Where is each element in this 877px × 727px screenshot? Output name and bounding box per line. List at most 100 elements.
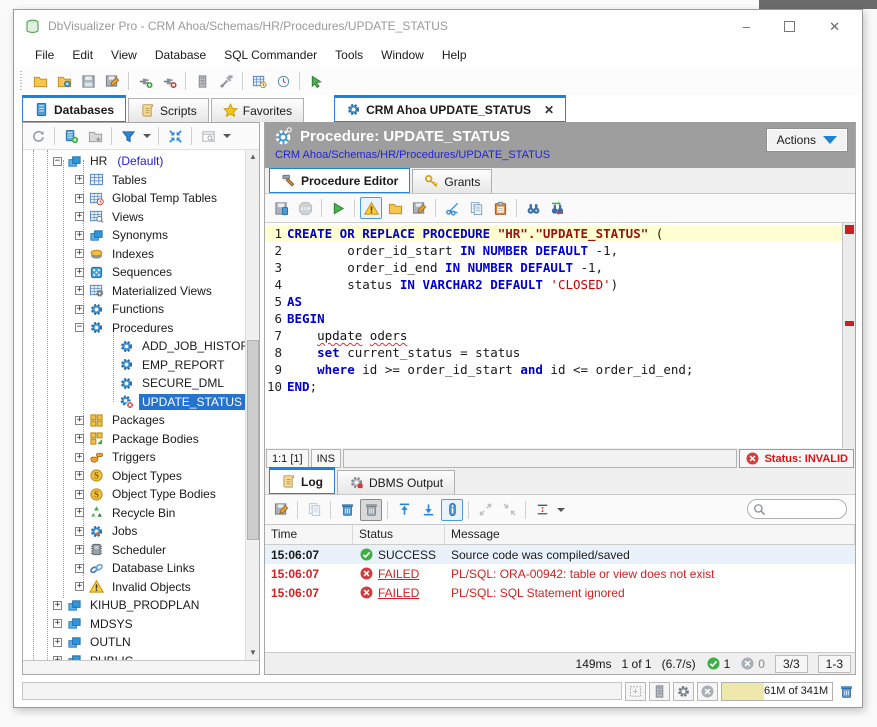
info-button[interactable]	[441, 499, 463, 521]
expand-icon[interactable]: +	[75, 434, 84, 443]
column-header-message[interactable]: Message	[445, 525, 855, 544]
log-row[interactable]: 15:06:07FAILEDPL/SQL: ORA-00942: table o…	[265, 564, 855, 583]
scroll-down-icon[interactable]: ▼	[246, 646, 259, 660]
tree-item-invalid-objects[interactable]: Invalid Objects	[109, 579, 194, 595]
tree-item-scheduler[interactable]: Scheduler	[109, 542, 169, 558]
tab-log[interactable]: Log	[269, 467, 335, 494]
tree-item-update-status[interactable]: UPDATE_STATUS	[139, 394, 245, 410]
tree-row[interactable]: + Indexes	[23, 245, 245, 264]
tab-databases[interactable]: Databases	[22, 95, 126, 122]
expand-icon[interactable]: +	[75, 194, 84, 203]
menu-file[interactable]: File	[26, 45, 63, 65]
tree-row[interactable]: EMP_REPORT	[23, 356, 245, 375]
tree-row[interactable]: +PUBLIC	[23, 652, 245, 661]
menu-window[interactable]: Window	[372, 45, 433, 65]
tree-row[interactable]: ADD_JOB_HISTORY	[23, 337, 245, 356]
tree-row[interactable]: + Views	[23, 208, 245, 227]
folder-open-button[interactable]	[384, 197, 406, 219]
server-button[interactable]	[191, 70, 213, 92]
menu-edit[interactable]: Edit	[63, 45, 102, 65]
expand-icon[interactable]: +	[75, 471, 84, 480]
binoculars-button[interactable]	[522, 197, 544, 219]
tree-item-database-links[interactable]: Database Links	[109, 560, 198, 576]
code-line[interactable]: 7 update oders	[265, 327, 842, 344]
tree-item-views[interactable]: Views	[109, 209, 147, 225]
tree-row[interactable]: +Synonyms	[23, 226, 245, 245]
to-top-button[interactable]	[393, 499, 415, 521]
code-line[interactable]: 1CREATE OR REPLACE PROCEDURE "HR"."UPDAT…	[265, 225, 842, 242]
tree-row[interactable]: +Package Bodies	[23, 430, 245, 449]
memory-gauge[interactable]: 61M of 341M	[721, 682, 833, 701]
tree-row[interactable]: +Sequences	[23, 263, 245, 282]
plug-plus-button[interactable]	[134, 70, 156, 92]
stop-button[interactable]: STOP	[294, 197, 316, 219]
tree-row[interactable]: +Triggers	[23, 448, 245, 467]
clock-button[interactable]	[272, 70, 294, 92]
expand-icon[interactable]: +	[75, 249, 84, 258]
menu-tools[interactable]: Tools	[326, 45, 372, 65]
floppy-pen-button[interactable]	[270, 499, 292, 521]
code-line[interactable]: 4 status IN VARCHAR2 DEFAULT 'CLOSED')	[265, 276, 842, 293]
log-search[interactable]	[747, 499, 847, 519]
code-line[interactable]: 9 where id >= order_id_start and id <= o…	[265, 361, 842, 378]
menu-database[interactable]: Database	[146, 45, 215, 65]
tree-item-functions[interactable]: Functions	[109, 301, 167, 317]
folder-plus-button[interactable]	[84, 125, 106, 147]
tree-item-emp-report[interactable]: EMP_REPORT	[139, 357, 227, 373]
collapse-icon[interactable]: −	[75, 323, 84, 332]
db-plus-button[interactable]	[60, 125, 82, 147]
tree-item-sequences[interactable]: Sequences	[109, 264, 175, 280]
code-line[interactable]: 8 set current_status = status	[265, 344, 842, 361]
tree-item-mdsys[interactable]: MDSYS	[87, 616, 136, 632]
copy-button[interactable]	[303, 499, 325, 521]
floppy-pen-button[interactable]	[101, 70, 123, 92]
expand-icon[interactable]: +	[75, 490, 84, 499]
expand-icon[interactable]: +	[75, 175, 84, 184]
tab-scripts[interactable]: Scripts	[128, 98, 209, 122]
connections-button[interactable]	[649, 682, 670, 701]
tree-row[interactable]: + Jobs	[23, 522, 245, 541]
expand-icon[interactable]: +	[75, 527, 84, 536]
expand-icon[interactable]: +	[53, 601, 62, 610]
expand-icon[interactable]: +	[75, 508, 84, 517]
tree-item-packages[interactable]: Packages	[109, 412, 168, 428]
tab-favorites[interactable]: Favorites	[211, 98, 304, 122]
expand-icon[interactable]: +	[75, 564, 84, 573]
chevron-down-icon[interactable]	[143, 134, 151, 138]
tree-scrollbar[interactable]: ▲ ▼	[245, 150, 259, 660]
tree-item-object-types[interactable]: Object Types	[109, 468, 185, 484]
code-line[interactable]: 2 order_id_start IN NUMBER DEFAULT -1,	[265, 242, 842, 259]
maximize-button[interactable]	[784, 21, 795, 32]
column-header-time[interactable]: Time	[265, 525, 353, 544]
tree-row[interactable]: +Materialized Views	[23, 282, 245, 301]
scroll-thumb[interactable]	[247, 340, 259, 540]
menu-view[interactable]: View	[102, 45, 146, 65]
trash-gray-button[interactable]	[360, 499, 382, 521]
range-indicator[interactable]: 1-3	[818, 655, 851, 673]
tree-item-recycle-bin[interactable]: Recycle Bin	[109, 505, 178, 521]
expand-icon[interactable]: +	[75, 212, 84, 221]
tree-item-hr[interactable]: HR	[87, 153, 110, 169]
to-bottom-button[interactable]	[417, 499, 439, 521]
tree-row[interactable]: UPDATE_STATUS	[23, 393, 245, 412]
collapse-x-button[interactable]	[164, 125, 186, 147]
tree-item-jobs[interactable]: Jobs	[109, 523, 140, 539]
floppy-button[interactable]	[77, 70, 99, 92]
collapse-diag-button[interactable]	[498, 499, 520, 521]
copy-button[interactable]	[465, 197, 487, 219]
garbage-collect-icon[interactable]	[839, 684, 854, 699]
tree-row[interactable]: +Packages	[23, 411, 245, 430]
refresh-button[interactable]	[27, 125, 49, 147]
pane-search-button[interactable]	[197, 125, 219, 147]
collapse-icon[interactable]: −	[53, 157, 62, 166]
tools-button[interactable]	[215, 70, 237, 92]
expand-icon[interactable]: +	[75, 231, 84, 240]
menu-help[interactable]: Help	[433, 45, 476, 65]
tree-row[interactable]: +Functions	[23, 300, 245, 319]
tree-row[interactable]: + Database Links	[23, 559, 245, 578]
tree-item-indexes[interactable]: Indexes	[109, 246, 157, 262]
tab-close-icon[interactable]: ✕	[544, 103, 554, 117]
tree-row[interactable]: +Tables	[23, 171, 245, 190]
error-marker[interactable]	[845, 225, 854, 234]
tree-row[interactable]: +Invalid Objects	[23, 578, 245, 597]
